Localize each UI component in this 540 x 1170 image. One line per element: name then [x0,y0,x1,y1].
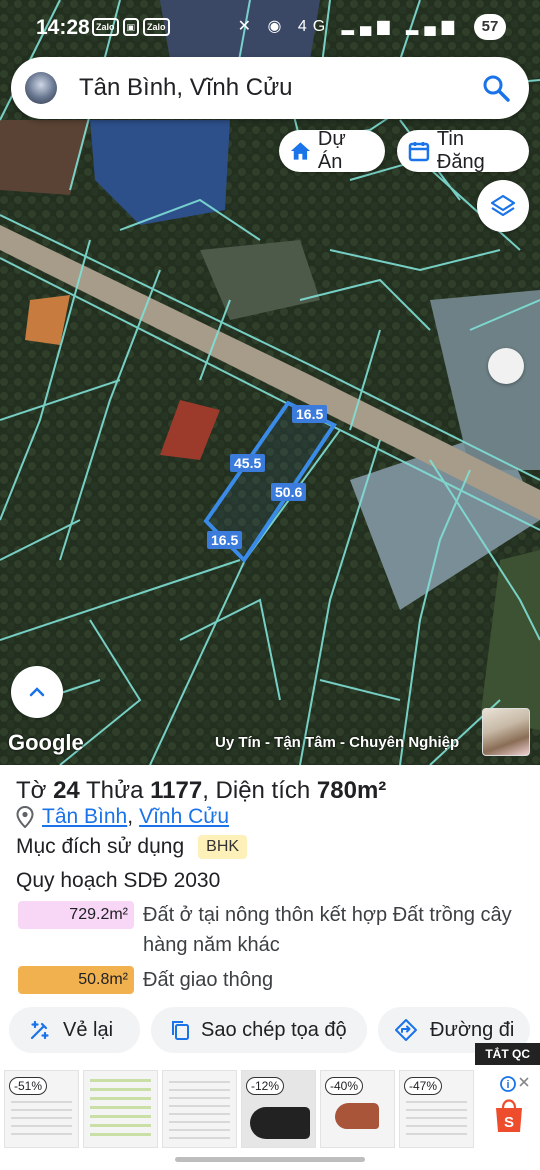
zalo-icon-2: Zalo [143,18,170,36]
search-bar[interactable]: Tân Bình, Vĩnh Cửu [11,57,529,119]
discount-badge: -47% [404,1077,443,1095]
svg-text:S: S [504,1114,514,1131]
ad-product[interactable]: -47% [399,1070,474,1148]
planning-title: Quy hoạch SDĐ 2030 [16,869,221,892]
parcel-location: Tân Bình, Vĩnh Cửu [16,805,229,829]
discount-badge: -51% [9,1077,48,1095]
zone-description: Đất ở tại nông thôn kết hợp Đất trồng câ… [143,904,512,956]
zone-area-badge: 729.2m² [18,901,134,929]
segment-label-top: 16.5 [292,405,328,423]
agent-avatar[interactable] [482,708,530,756]
area-label: , Diện tích [202,777,311,804]
segment-label-left: 45.5 [230,454,266,472]
parcel-info-panel: Tờ 24 Thửa 1177, Diện tích 780m² Tân Bìn… [0,765,540,1063]
ward-link[interactable]: Tân Bình [42,805,127,829]
ad-product[interactable] [83,1070,158,1148]
zalo-icon: Zalo [92,18,119,36]
system-status-icons: ✕ ◉ 4G ▂▄▆ ▂▄▆ [237,18,460,35]
redraw-button[interactable]: Vẻ lại [9,1007,140,1053]
copy-coordinates-button[interactable]: Sao chép tọa độ [151,1007,367,1053]
ad-product[interactable]: -12% [241,1070,316,1148]
plot-label: Thửa [86,777,144,804]
ad-product[interactable] [162,1070,237,1148]
clock: 14:28 [36,16,90,39]
layers-button[interactable] [477,180,529,232]
land-use-purpose: Mục đích sử dụng BHK [16,835,248,859]
map-slogan: Uy Tín - Tận Tâm - Chuyên Nghiệp [215,734,460,751]
google-logo: Google [8,730,84,755]
sheet-label: Tờ [16,777,47,804]
tin-dang-label: Tin Đăng [436,128,485,173]
redraw-label: Vẻ lại [63,1018,114,1041]
battery-indicator: 57 [474,14,506,40]
svg-text:i: i [506,1079,509,1091]
map-view[interactable]: 16.5 45.5 50.6 16.5 14:28 Zalo ▣ Zalo ✕ … [0,0,540,765]
home-indicator[interactable] [175,1157,365,1162]
layers-icon [490,194,516,217]
ad-banner[interactable]: TẮT QC -51% -12% -40% -47% i S [0,1043,540,1170]
segment-label-bottom: 16.5 [207,531,243,549]
close-ads-button[interactable]: TẮT QC [475,1043,540,1065]
district-link[interactable]: Vĩnh Cửu [139,805,229,829]
redraw-icon [30,1020,49,1040]
notification-icons: Zalo ▣ Zalo [92,18,170,36]
purpose-badge: BHK [198,835,248,859]
area-value: 780m² [316,777,387,804]
location-pin-icon [16,806,34,828]
screenshot-icon: ▣ [122,18,140,36]
search-icon[interactable] [481,73,511,103]
calendar-icon [408,142,430,162]
discount-badge: -12% [246,1077,285,1095]
expand-up-button[interactable] [11,666,63,718]
copy-coordinates-label: Sao chép tọa độ [201,1018,347,1041]
tin-dang-chip[interactable]: Tin Đăng [397,128,529,173]
ad-product[interactable]: -40% [320,1070,395,1148]
discount-badge: -40% [325,1077,364,1095]
parcel-title: Tờ 24 Thửa 1177, Diện tích 780m² [16,777,386,805]
copy-icon [172,1021,189,1040]
sheet-number: 24 [53,777,80,804]
search-query[interactable]: Tân Bình, Vĩnh Cửu [79,74,293,102]
shopee-icon[interactable]: i S [492,1070,532,1150]
segment-label-right: 50.6 [271,483,307,501]
home-icon [290,142,310,160]
chevron-up-icon [29,687,45,697]
plot-number: 1177 [150,777,203,804]
directions-label: Đường đi [430,1018,515,1041]
du-an-chip[interactable]: Dự Án [279,128,385,173]
zone-area-badge: 50.8m² [18,966,134,994]
location-separator: , [127,805,134,828]
purpose-label: Mục đích sử dụng [16,835,185,858]
ad-product[interactable]: -51% [4,1070,79,1148]
status-bar: 14:28 Zalo ▣ Zalo ✕ ◉ 4G ▂▄▆ ▂▄▆ 57 [0,0,540,56]
du-an-label: Dự Án [317,128,346,173]
floating-handle[interactable] [488,348,524,384]
zone-description: Đất giao thông [143,969,274,991]
directions-icon [395,1019,417,1041]
place-thumbnail [25,72,57,104]
